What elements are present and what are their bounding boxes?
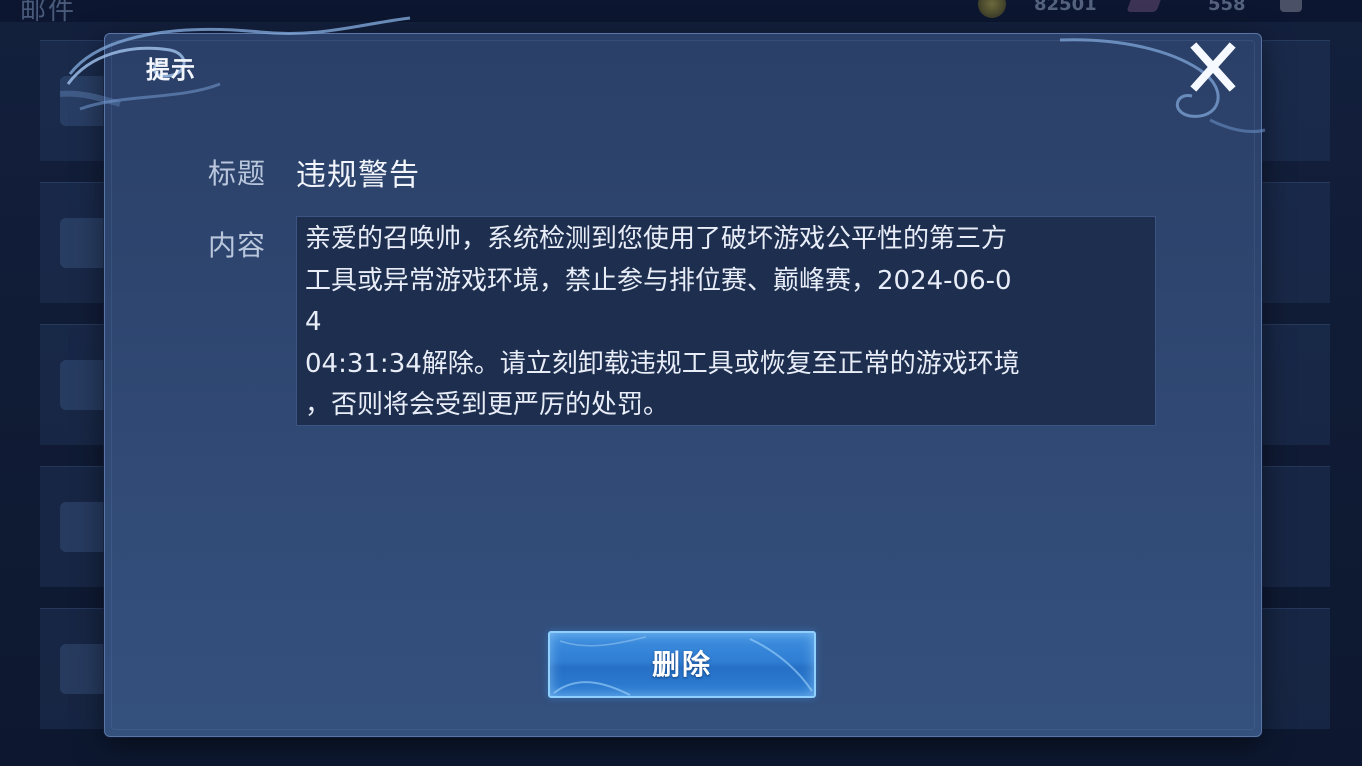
gold-coin-icon: [978, 0, 1006, 18]
content-box: 亲爱的召唤帅，系统检测到您使用了破坏游戏公平性的第三方 工具或异常游戏环境，禁止…: [296, 216, 1156, 426]
mail-icon: [60, 502, 110, 552]
mail-icon: [60, 218, 110, 268]
mail-icon: [60, 644, 110, 694]
content-label: 内容: [208, 229, 267, 262]
close-x-icon: [1190, 42, 1236, 92]
delete-button[interactable]: 删除: [548, 631, 816, 698]
subject-label: 标题: [208, 157, 267, 190]
close-button[interactable]: [1186, 42, 1240, 92]
gem-currency-count: 558: [1208, 0, 1246, 15]
mail-icon: [60, 360, 110, 410]
mail-icon: [60, 76, 110, 126]
background-top-bar: 邮件 82501 558: [0, 0, 1362, 26]
token-icon: [1280, 0, 1302, 12]
subject-value: 违规警告: [296, 158, 420, 193]
delete-button-label: 删除: [651, 648, 712, 681]
gem-icon: [1126, 0, 1164, 12]
gold-currency-count: 82501: [1034, 0, 1097, 15]
dialog-title: 提示: [146, 56, 196, 84]
message-content: 亲爱的召唤帅，系统检测到您使用了破坏游戏公平性的第三方 工具或异常游戏环境，禁止…: [305, 224, 1020, 420]
background-page-title: 邮件: [20, 0, 77, 26]
